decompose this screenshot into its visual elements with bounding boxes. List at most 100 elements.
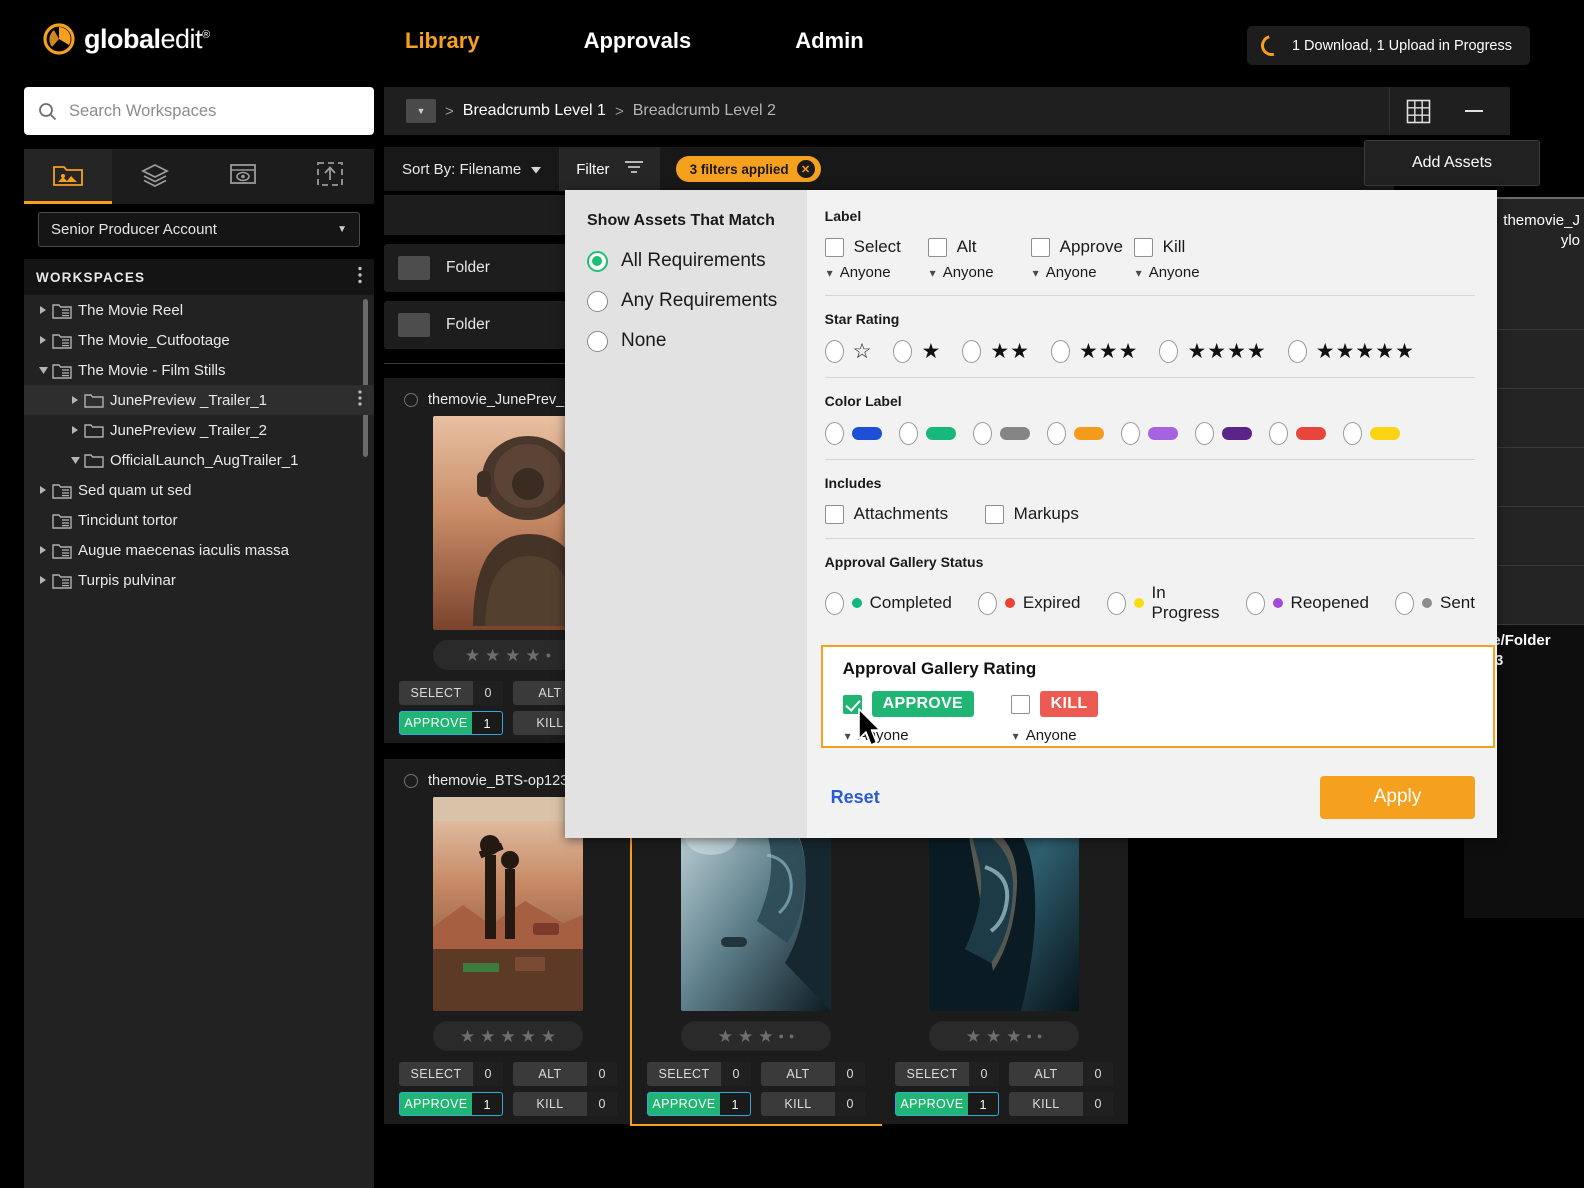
tree-item-5[interactable]: OfficialLaunch_AugTrailer_1 [24, 445, 374, 475]
star-option-5[interactable]: ★★★★★ [1287, 340, 1415, 363]
rating-approve-line[interactable]: APPROVE [842, 691, 1011, 717]
radio-icon[interactable] [977, 591, 997, 615]
radio-icon[interactable] [1050, 340, 1070, 363]
label-select-button[interactable]: SELECT 0 [895, 1062, 999, 1086]
asset-thumbnail[interactable] [433, 797, 583, 1011]
star-option-0[interactable]: ☆ [824, 340, 873, 363]
label-select-button[interactable]: SELECT 0 [399, 1062, 503, 1086]
chevron-down-icon[interactable] [34, 366, 52, 375]
checkbox-icon[interactable] [824, 504, 844, 524]
breadcrumb-level-1[interactable]: Breadcrumb Level 1 [463, 102, 606, 120]
filter-button[interactable]: Filter [560, 147, 660, 191]
label-checkbox-alt[interactable]: Alt [927, 237, 1031, 257]
checkbox-icon[interactable] [1030, 237, 1050, 257]
label-kill-button[interactable]: KILL 0 [1009, 1092, 1113, 1116]
tree-item-2[interactable]: The Movie - Film Stills [24, 355, 374, 385]
tree-item-8[interactable]: Augue maecenas iaculis massa [24, 535, 374, 565]
includes-checkbox-attachments[interactable]: Attachments [824, 504, 985, 524]
label-approve-button[interactable]: APPROVE 1 [895, 1092, 999, 1116]
breadcrumb-level-2[interactable]: Breadcrumb Level 2 [633, 102, 776, 120]
radio-icon[interactable] [898, 422, 918, 445]
color-option-orange[interactable] [1046, 422, 1104, 445]
radio-icon[interactable] [962, 340, 982, 363]
globaledit-logo[interactable]: globaledit® [42, 22, 210, 56]
chevron-right-icon[interactable] [66, 425, 84, 435]
radio-icon[interactable] [1287, 340, 1307, 363]
label-alt-button[interactable]: ALT 0 [513, 1062, 617, 1086]
label-scope-approve[interactable]: ▾ Anyone [1031, 264, 1134, 281]
radio-icon[interactable] [1342, 422, 1362, 445]
reset-link[interactable]: Reset [831, 787, 880, 808]
minimize-icon[interactable] [1446, 87, 1502, 135]
radio-icon[interactable] [1245, 591, 1265, 615]
grid-view-icon[interactable] [1390, 87, 1446, 135]
tree-item-kebab-icon[interactable] [358, 390, 362, 410]
asset-select-radio[interactable] [404, 774, 418, 788]
color-option-red[interactable] [1268, 422, 1326, 445]
checkbox-icon[interactable] [984, 504, 1004, 524]
radio-icon[interactable] [1120, 422, 1140, 445]
radio-icon[interactable] [1159, 340, 1179, 363]
rating-kill-line[interactable]: KILL [1010, 691, 1179, 717]
status-option-expired[interactable]: Expired [977, 591, 1081, 615]
includes-checkbox-markups[interactable]: Markups [984, 504, 1145, 524]
checkbox-icon[interactable] [1010, 694, 1030, 714]
tab-assets[interactable] [24, 149, 112, 204]
match-option-none[interactable]: None [587, 330, 807, 352]
filters-applied-chip[interactable]: 3 filters applied ✕ [675, 156, 821, 182]
chevron-right-icon[interactable] [34, 485, 52, 495]
approve-tag[interactable]: APPROVE [871, 691, 974, 717]
asset-thumbnail[interactable] [433, 416, 583, 630]
chevron-right-icon[interactable] [66, 395, 84, 405]
label-approve-button[interactable]: APPROVE 1 [399, 711, 503, 735]
chevron-right-icon[interactable] [34, 335, 52, 345]
label-approve-button[interactable]: APPROVE 1 [399, 1092, 503, 1116]
match-option-any[interactable]: Any Requirements [587, 290, 807, 312]
radio-icon[interactable] [587, 290, 608, 312]
label-select-button[interactable]: SELECT 0 [647, 1062, 751, 1086]
rating-scope-kill[interactable]: ▾ Anyone [1011, 727, 1179, 744]
tree-item-1[interactable]: The Movie_Cutfootage [24, 325, 374, 355]
star-option-3[interactable]: ★★★ [1050, 340, 1138, 363]
radio-icon[interactable] [824, 591, 844, 615]
apply-button[interactable]: Apply [1320, 775, 1475, 819]
star-option-4[interactable]: ★★★★ [1159, 340, 1266, 363]
sort-by-dropdown[interactable]: Sort By: Filename [384, 147, 559, 191]
tree-item-6[interactable]: Sed quam ut sed [24, 475, 374, 505]
checkbox-icon[interactable] [824, 237, 844, 257]
label-kill-button[interactable]: KILL 0 [761, 1092, 865, 1116]
color-option-green[interactable] [898, 422, 956, 445]
asset-star-rating[interactable]: ★ ★ ★ ★ ● [433, 640, 583, 670]
color-option-light-purple[interactable] [1120, 422, 1178, 445]
close-icon[interactable]: ✕ [796, 160, 815, 178]
label-alt-button[interactable]: ALT 0 [1009, 1062, 1113, 1086]
color-option-blue[interactable] [824, 422, 882, 445]
chevron-down-icon[interactable] [66, 456, 84, 465]
star-option-1[interactable]: ★ [893, 340, 941, 363]
status-option-completed[interactable]: Completed [824, 591, 952, 615]
checkbox-icon[interactable] [842, 694, 862, 714]
chevron-right-icon[interactable] [34, 305, 52, 315]
tab-galleries[interactable] [199, 149, 287, 204]
radio-icon[interactable] [972, 422, 992, 445]
color-option-gray[interactable] [972, 422, 1030, 445]
radio-icon[interactable] [1046, 422, 1066, 445]
search-box[interactable] [24, 87, 374, 135]
radio-icon[interactable] [1268, 422, 1288, 445]
label-approve-button[interactable]: APPROVE 1 [647, 1092, 751, 1116]
radio-icon[interactable] [1106, 591, 1126, 615]
rating-scope-approve[interactable]: ▾ Anyone [843, 727, 1011, 744]
tree-item-3[interactable]: JunePreview _Trailer_1 [24, 385, 374, 415]
radio-icon[interactable] [587, 250, 608, 272]
tree-item-9[interactable]: Turpis pulvinar [24, 565, 374, 595]
workspaces-kebab-icon[interactable] [358, 266, 362, 289]
asset-star-rating[interactable]: ★ ★ ★ ● ● [681, 1021, 831, 1051]
status-option-sent[interactable]: Sent [1395, 591, 1475, 615]
star-option-2[interactable]: ★★ [962, 340, 1030, 363]
radio-icon[interactable] [587, 330, 608, 352]
label-scope-select[interactable]: ▾ Anyone [825, 264, 928, 281]
label-checkbox-approve[interactable]: Approve [1030, 237, 1134, 257]
radio-icon[interactable] [824, 422, 844, 445]
breadcrumb-folder-icon[interactable]: ▼ [406, 99, 436, 123]
nav-approvals[interactable]: Approvals [584, 28, 692, 54]
